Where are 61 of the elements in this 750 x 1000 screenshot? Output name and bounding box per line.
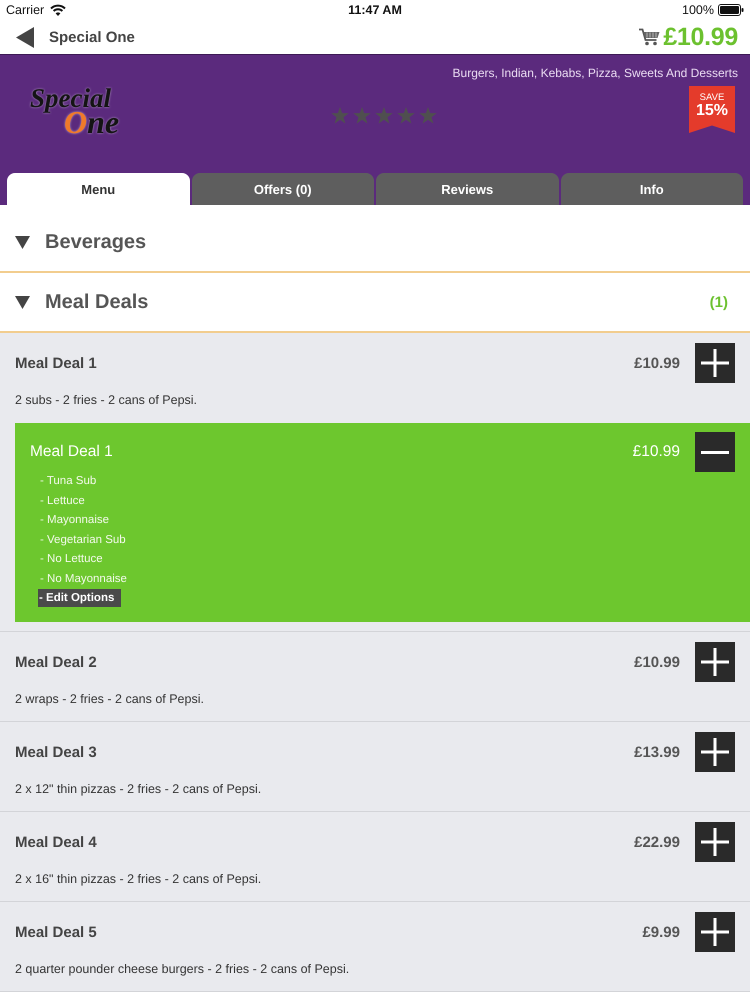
option-text: - No Mayonnaise bbox=[40, 572, 127, 586]
item-description: 2 subs - 2 fries - 2 cans of Pepsi. bbox=[15, 393, 198, 407]
plus-icon bbox=[701, 648, 729, 676]
category-title: Beverages bbox=[45, 230, 148, 254]
battery-percent: 100% bbox=[682, 3, 714, 17]
option-text: - Vegetarian Sub bbox=[40, 532, 126, 548]
item-price: £13.99 bbox=[634, 744, 680, 760]
option-text: - Mayonnaise bbox=[40, 513, 110, 528]
nav-title: Special One bbox=[49, 28, 136, 46]
caret-icon bbox=[15, 296, 30, 308]
option-text: - No Lettuce bbox=[40, 552, 103, 567]
option-text: - Tuna Sub bbox=[40, 474, 96, 489]
plus-icon bbox=[701, 349, 729, 377]
star-icon bbox=[397, 106, 415, 124]
item-title: Meal Deal 5 bbox=[15, 924, 98, 940]
ribbon-value: 15% bbox=[696, 103, 728, 119]
star-icon bbox=[331, 106, 349, 124]
ribbon-label: SAVE bbox=[700, 93, 724, 103]
item-title: Meal Deal 4 bbox=[15, 834, 98, 850]
item-description: 2 wraps - 2 fries - 2 cans of Pepsi. bbox=[15, 692, 205, 706]
item-price: £10.99 bbox=[634, 654, 680, 670]
plus-icon bbox=[701, 828, 729, 856]
battery-icon bbox=[718, 4, 744, 16]
add-button[interactable] bbox=[695, 912, 735, 952]
basket-item-title: Meal Deal 1 bbox=[30, 443, 114, 461]
star-icon bbox=[353, 106, 371, 124]
remove-button[interactable] bbox=[695, 432, 735, 472]
add-button[interactable] bbox=[695, 732, 735, 772]
category-title: Meal Deals bbox=[45, 290, 150, 314]
add-button[interactable] bbox=[695, 822, 735, 862]
item-title: Meal Deal 2 bbox=[15, 654, 98, 670]
tab[interactable]: Info bbox=[560, 173, 743, 205]
item-count: (1) bbox=[710, 294, 728, 310]
item-description: 2 quarter pounder cheese burgers - 2 fries - 2 cans of Pepsi. bbox=[15, 962, 350, 976]
add-button[interactable] bbox=[695, 343, 735, 383]
basket-item-price: £10.99 bbox=[632, 443, 680, 461]
item-price: £10.99 bbox=[634, 354, 680, 372]
star-icon bbox=[375, 106, 393, 124]
item-price: £22.99 bbox=[634, 834, 680, 850]
item-title: Meal Deal 3 bbox=[15, 744, 98, 760]
carrier-name: Carrier bbox=[6, 3, 44, 17]
caret-icon bbox=[15, 236, 30, 248]
star-icon bbox=[419, 106, 437, 124]
tab[interactable]: Offers (0) bbox=[192, 173, 374, 205]
cart-icon bbox=[639, 28, 660, 46]
item-title: Meal Deal 1 bbox=[15, 354, 98, 372]
item-price: £9.99 bbox=[642, 924, 680, 940]
minus-icon bbox=[701, 450, 729, 454]
edit-options-button[interactable]: - Edit Options bbox=[38, 589, 122, 607]
plus-icon bbox=[701, 918, 729, 946]
option-text: - Lettuce bbox=[40, 494, 85, 508]
add-button[interactable] bbox=[695, 642, 735, 682]
plus-icon bbox=[701, 738, 729, 766]
back-icon[interactable] bbox=[16, 26, 34, 48]
wifi-icon bbox=[50, 4, 66, 16]
clock-time: 11:47 AM bbox=[348, 3, 402, 17]
item-description: 2 x 12" thin pizzas - 2 fries - 2 cans of Pepsi. bbox=[15, 782, 262, 796]
tab[interactable]: Menu bbox=[7, 173, 190, 205]
item-description: 2 x 16" thin pizzas - 2 fries - 2 cans of Pepsi. bbox=[15, 872, 262, 886]
cuisine-list: Burgers, Indian, Kebabs, Pizza, Sweets And Desserts bbox=[30, 65, 738, 81]
tab[interactable]: Reviews bbox=[376, 173, 558, 205]
